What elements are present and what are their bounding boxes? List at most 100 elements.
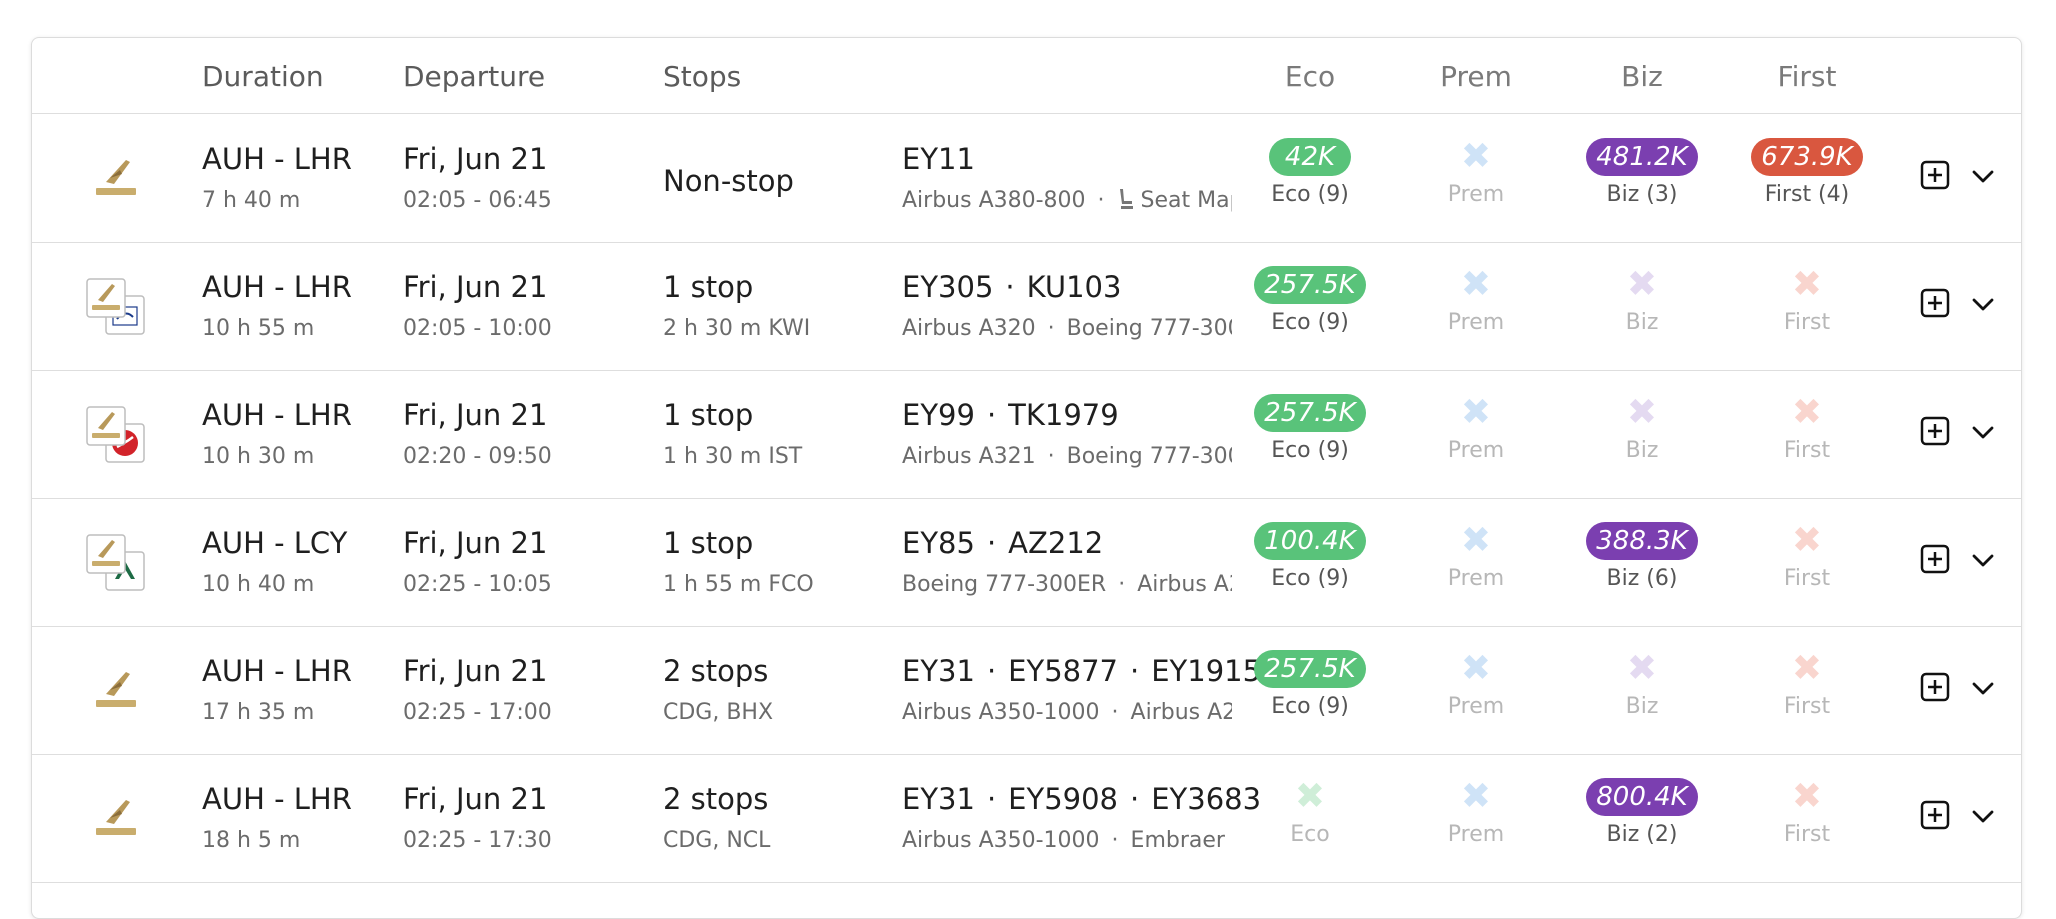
aircraft-types: Airbus A350-1000 · Embraer 190 [902,828,1232,853]
x-icon: ✖ [1460,264,1492,305]
biz-price-badge[interactable]: 481.2K [1586,138,1698,176]
biz-price-badge[interactable]: 800.4K [1586,778,1698,816]
eco-seats-label: Eco (9) [1271,694,1349,719]
cabin-biz-cell[interactable]: 800.4K Biz (2) [1567,778,1717,847]
separator-dot: · [1047,316,1055,341]
departure-date: Fri, Jun 21 [403,654,548,688]
separator-dot: · [1097,188,1105,213]
biz-price-badge[interactable]: 388.3K [1586,522,1698,560]
cabin-eco-cell[interactable]: 257.5K Eco (9) [1235,394,1385,463]
stops-text: 2 stops [663,654,769,688]
column-departure[interactable]: Departure [403,60,545,93]
x-icon: ✖ [1460,136,1492,177]
biz-unavailable-label: Biz [1625,694,1659,719]
x-icon: ✖ [1626,392,1658,433]
biz-seats-label: Biz (2) [1606,822,1678,847]
cabin-biz-cell: ✖ Biz [1567,266,1717,336]
eco-price-badge[interactable]: 257.5K [1254,394,1366,432]
chevron-down-icon[interactable] [1970,550,1996,570]
separator-dot: · [1111,700,1119,725]
x-icon: ✖ [1791,392,1823,433]
flight-number: EY11 [902,142,975,176]
column-eco[interactable]: Eco [1285,60,1335,93]
layover-detail: 1 h 55 m FCO [663,572,814,597]
flight-number: AZ212 [1008,526,1104,560]
plus-square-icon[interactable] [1920,544,1950,574]
first-unavailable-label: First [1783,310,1831,335]
layover-detail: 1 h 30 m IST [663,444,803,469]
eco-price-badge[interactable]: 100.4K [1254,522,1366,560]
first-price-badge[interactable]: 673.9K [1751,138,1863,176]
prem-unavailable-label: Prem [1447,822,1505,847]
stops-text: 1 stop [663,398,754,432]
chevron-down-icon[interactable] [1970,422,1996,442]
flight-number: EY5877 [1008,654,1119,688]
prem-unavailable-label: Prem [1447,694,1505,719]
flight-number: EY305 [902,270,994,304]
aircraft-types: Airbus A380-800 · Seat Map [902,188,1232,216]
separator-dot: · [1047,444,1055,469]
aircraft-type: Airbus A320 [902,316,1036,341]
flight-number: EY85 [902,526,975,560]
plus-square-icon[interactable] [1920,160,1950,190]
cabin-first-cell[interactable]: 673.9K First (4) [1732,138,1882,207]
departure-times: 02:25 - 17:00 [403,700,552,725]
biz-seats-label: Biz (6) [1606,566,1678,591]
column-duration[interactable]: Duration [202,60,324,93]
cabin-biz-cell[interactable]: 481.2K Biz (3) [1567,138,1717,207]
duration-text: 17 h 35 m [202,700,315,725]
first-seats-label: First (4) [1764,182,1850,207]
flight-number: EY5908 [1008,782,1119,816]
cabin-eco-cell[interactable]: 100.4K Eco (9) [1235,522,1385,591]
cabin-first-cell: ✖ First [1732,266,1882,336]
table-row[interactable]: AUH - LCY 10 h 40 m Fri, Jun 21 02:25 - 10:… [32,498,2021,627]
eco-price-badge[interactable]: 257.5K [1254,266,1366,304]
cabin-prem-cell: ✖ Prem [1401,394,1551,464]
plus-square-icon[interactable] [1920,288,1950,318]
duration-text: 10 h 30 m [202,444,315,469]
table-row[interactable]: AUH - LHR 10 h 55 m Fri, Jun 21 02:05 - 10:… [32,242,2021,371]
x-icon: ✖ [1626,648,1658,689]
column-biz[interactable]: Biz [1621,60,1663,93]
plus-square-icon[interactable] [1920,416,1950,446]
plus-square-icon[interactable] [1920,800,1950,830]
eco-price-badge[interactable]: 257.5K [1254,650,1366,688]
x-icon: ✖ [1460,648,1492,689]
separator-dot: · [1111,828,1119,853]
separator-dot: · [986,526,997,560]
departure-date: Fri, Jun 21 [403,526,548,560]
eco-unavailable-label: Eco [1290,822,1330,847]
first-unavailable-label: First [1783,566,1831,591]
flight-results-table: Duration Departure Stops Eco Prem Biz Fi… [31,37,2022,919]
separator-dot: · [1130,782,1140,816]
aircraft-type: Airbus A220 [1137,572,1232,597]
cabin-biz-cell[interactable]: 388.3K Biz (6) [1567,522,1717,591]
column-first[interactable]: First [1778,60,1837,93]
table-row[interactable]: AUH - LHR 18 h 5 m Fri, Jun 21 02:25 - 17:3… [32,754,2021,883]
prem-unavailable-label: Prem [1447,438,1505,463]
airline-logos [86,406,146,466]
chevron-down-icon[interactable] [1970,678,1996,698]
chevron-down-icon[interactable] [1970,806,1996,826]
cabin-prem-cell: ✖ Prem [1401,522,1551,592]
eco-price-badge[interactable]: 42K [1269,138,1351,176]
cabin-eco-cell[interactable]: 257.5K Eco (9) [1235,266,1385,335]
seat-map-link[interactable]: Seat Map [1117,188,1232,213]
column-prem[interactable]: Prem [1440,60,1512,93]
plus-square-icon[interactable] [1920,672,1950,702]
chevron-down-icon[interactable] [1970,166,1996,186]
biz-unavailable-label: Biz [1625,310,1659,335]
flight-numbers: EY305 · KU103 [902,270,1121,304]
airline-logo [86,150,146,210]
column-stops[interactable]: Stops [663,60,741,93]
table-row[interactable]: AUH - LHR 10 h 30 m Fri, Jun 21 02:20 - 09:… [32,370,2021,499]
cabin-eco-cell[interactable]: 42K Eco (9) [1235,138,1385,207]
table-row[interactable]: AUH - LHR 7 h 40 m Fri, Jun 21 02:05 - 06:4… [32,114,2021,243]
separator-dot: · [1005,270,1015,304]
table-row[interactable]: AUH - LHR 17 h 35 m Fri, Jun 21 02:25 - 17:… [32,626,2021,755]
departure-times: 02:25 - 10:05 [403,572,552,597]
chevron-down-icon[interactable] [1970,294,1996,314]
airline-logos [86,534,146,594]
cabin-eco-cell[interactable]: 257.5K Eco (9) [1235,650,1385,719]
stops-text: 2 stops [663,782,769,816]
